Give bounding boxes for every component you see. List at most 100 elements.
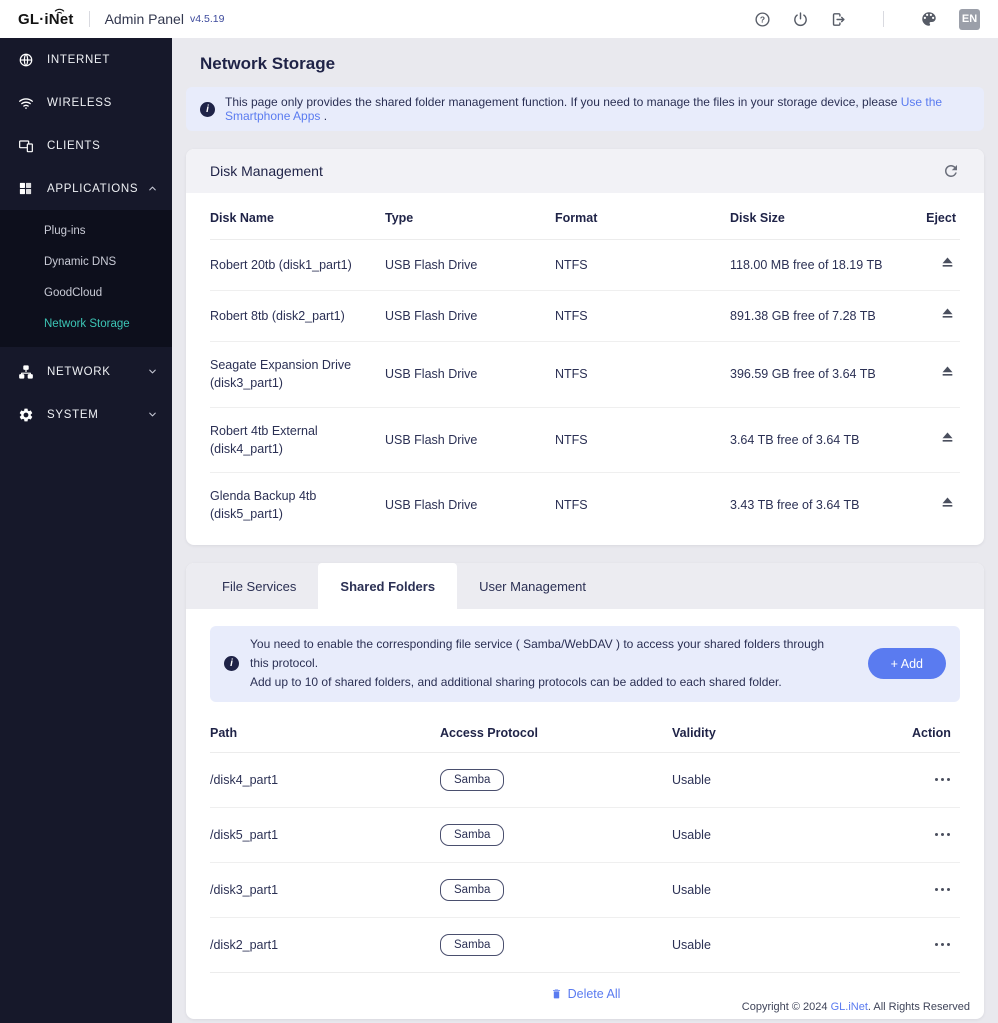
col-access-protocol: Access Protocol — [440, 725, 538, 740]
sidebar-subitem-plugins[interactable]: Plug-ins — [0, 215, 172, 246]
disk-management-card: Disk Management Disk Name Type Format Di… — [186, 149, 984, 545]
shared-folders-notice: i You need to enable the corresponding f… — [210, 626, 960, 702]
page-info-banner: i This page only provides the shared fol… — [186, 87, 984, 131]
eject-icon[interactable] — [939, 429, 956, 446]
disk-name: Robert 20tb (disk1_part1) — [210, 258, 352, 272]
folder-path: /disk5_part1 — [210, 827, 279, 842]
disk-table-header: Disk Name Type Format Disk Size Eject — [210, 197, 960, 240]
apps-grid-icon — [18, 181, 34, 196]
disk-format: NTFS — [555, 258, 588, 272]
table-row: /disk3_part1 Samba Usable — [210, 863, 960, 918]
sidebar-item-system[interactable]: SYSTEM — [0, 393, 172, 436]
table-row: Robert 20tb (disk1_part1) USB Flash Driv… — [210, 240, 960, 292]
topbar-divider — [88, 11, 90, 27]
disk-format: NTFS — [555, 367, 588, 382]
wifi-icon — [18, 95, 34, 111]
chevron-up-icon — [147, 183, 158, 194]
sidebar-item-network[interactable]: NETWORK — [0, 350, 172, 393]
language-badge[interactable]: EN — [959, 8, 980, 30]
eject-icon[interactable] — [939, 254, 956, 271]
more-actions-icon[interactable] — [935, 939, 950, 950]
app-title: Admin Panel — [104, 11, 184, 27]
disk-management-header: Disk Management — [186, 149, 984, 193]
glinet-link[interactable]: GL.iNet — [831, 1001, 868, 1013]
chevron-down-icon — [147, 366, 158, 377]
logout-icon[interactable] — [830, 11, 847, 28]
eject-icon[interactable] — [939, 494, 956, 511]
disk-type: USB Flash Drive — [385, 432, 478, 447]
disk-type: USB Flash Drive — [385, 367, 478, 382]
disk-format: NTFS — [555, 309, 588, 324]
sidebar-item-label: WIRELESS — [47, 96, 113, 109]
tab-user-management[interactable]: User Management — [457, 563, 608, 609]
chevron-down-icon — [147, 409, 158, 420]
disk-format: NTFS — [555, 432, 588, 447]
more-actions-icon[interactable] — [935, 774, 950, 785]
col-disk-name: Disk Name — [210, 211, 274, 225]
shared-folders-card: File Services Shared Folders User Manage… — [186, 563, 984, 1019]
main-content: Network Storage i This page only provide… — [172, 38, 998, 1023]
shared-folders-table: Path Access Protocol Validity Action /di… — [210, 714, 960, 973]
col-eject: Eject — [926, 211, 956, 225]
sidebar-item-label: CLIENTS — [47, 139, 101, 152]
col-format: Format — [555, 211, 598, 225]
table-row: Robert 8tb (disk2_part1) USB Flash Drive… — [210, 291, 960, 343]
clients-icon — [18, 138, 34, 154]
disk-table: Disk Name Type Format Disk Size Eject Ro… — [210, 197, 960, 545]
sidebar-item-wireless[interactable]: WIRELESS — [0, 81, 172, 124]
tab-bar: File Services Shared Folders User Manage… — [186, 563, 984, 609]
eject-icon[interactable] — [939, 305, 956, 322]
folder-validity: Usable — [672, 772, 711, 787]
tab-file-services[interactable]: File Services — [200, 563, 318, 609]
protocol-badge: Samba — [440, 933, 505, 956]
table-row: /disk4_part1 Samba Usable — [210, 753, 960, 808]
network-icon — [18, 364, 34, 380]
palette-icon[interactable] — [920, 10, 938, 28]
delete-all-button[interactable]: Delete All — [550, 987, 620, 1001]
sidebar-subitem-dynamic-dns[interactable]: Dynamic DNS — [0, 246, 172, 277]
sidebar-item-clients[interactable]: CLIENTS — [0, 124, 172, 167]
add-button[interactable]: + Add — [867, 648, 946, 680]
sidebar-subitem-network-storage[interactable]: Network Storage — [0, 308, 172, 339]
topbar: GL·iNet Admin Panel v4.5.19 ? EN — [0, 0, 998, 38]
refresh-icon[interactable] — [942, 162, 960, 180]
logo-text: GL·iNet — [18, 10, 74, 28]
eject-icon[interactable] — [939, 363, 956, 380]
col-path: Path — [210, 725, 238, 740]
sidebar-item-internet[interactable]: INTERNET — [0, 38, 172, 81]
disk-name: Seagate Expansion Drive (disk3_part1) — [210, 358, 352, 391]
folder-validity: Usable — [672, 827, 711, 842]
more-actions-icon[interactable] — [935, 884, 950, 895]
disk-name: Robert 4tb External (disk4_part1) — [210, 423, 318, 456]
sidebar-item-applications[interactable]: APPLICATIONS — [0, 167, 172, 210]
table-row: /disk5_part1 Samba Usable — [210, 808, 960, 863]
disk-management-title: Disk Management — [210, 163, 323, 179]
more-actions-icon[interactable] — [935, 829, 950, 840]
gear-icon — [18, 407, 34, 423]
folder-path: /disk4_part1 — [210, 772, 279, 787]
disk-format: NTFS — [555, 497, 588, 512]
help-icon[interactable]: ? — [754, 11, 771, 28]
tab-shared-folders[interactable]: Shared Folders — [318, 563, 458, 609]
folder-path: /disk3_part1 — [210, 882, 279, 897]
globe-icon — [18, 52, 34, 68]
disk-name: Robert 8tb (disk2_part1) — [210, 309, 345, 324]
page-title: Network Storage — [200, 54, 336, 73]
disk-size: 3.64 TB free of 3.64 TB — [730, 432, 860, 447]
power-icon[interactable] — [792, 11, 809, 28]
sidebar-item-label: SYSTEM — [47, 408, 99, 421]
folder-validity: Usable — [672, 937, 711, 952]
col-type: Type — [385, 211, 414, 225]
disk-size: 118.00 MB free of 18.19 TB — [730, 258, 883, 272]
topbar-brand: GL·iNet Admin Panel v4.5.19 — [18, 8, 224, 28]
sidebar-subitem-goodcloud[interactable]: GoodCloud — [0, 277, 172, 308]
folder-validity: Usable — [672, 882, 711, 897]
protocol-badge: Samba — [440, 823, 505, 846]
table-row: Glenda Backup 4tb (disk5_part1) USB Flas… — [210, 473, 960, 537]
info-icon: i — [200, 101, 215, 117]
footer-copyright: Copyright © 2024 GL.iNet. All Rights Res… — [741, 1001, 970, 1013]
gl-inet-logo: GL·iNet — [18, 8, 74, 28]
table-row: /disk2_part1 Samba Usable — [210, 918, 960, 973]
table-row: Seagate Expansion Drive (disk3_part1) US… — [210, 342, 960, 408]
sidebar-item-label: INTERNET — [47, 53, 111, 66]
